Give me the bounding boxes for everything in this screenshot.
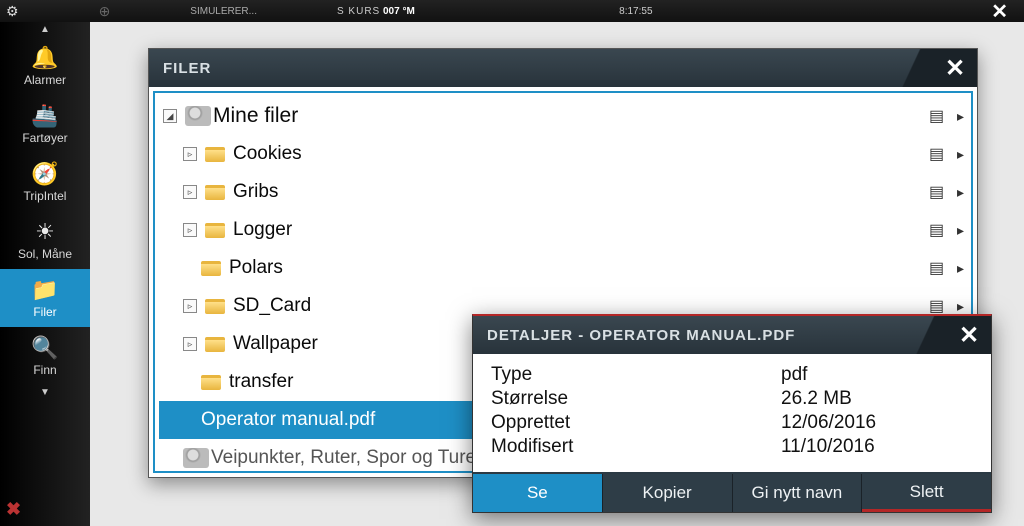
- detail-value: 12/06/2016: [781, 412, 876, 434]
- bell-icon: 🔔: [2, 47, 88, 69]
- detail-label: Størrelse: [491, 388, 781, 410]
- chevron-up-icon[interactable]: ▲: [0, 22, 90, 37]
- expand-icon[interactable]: ▹: [183, 223, 197, 237]
- details-icon[interactable]: ▤: [929, 106, 949, 126]
- expand-icon[interactable]: ▹: [183, 337, 197, 351]
- header-decoration: [901, 316, 951, 354]
- files-window-header: FILER ✕: [149, 49, 977, 87]
- chevron-down-icon[interactable]: ▼: [0, 385, 90, 400]
- globe-icon[interactable]: ⊕: [99, 3, 111, 20]
- sidebar-item-filer[interactable]: 📁 Filer: [0, 269, 90, 327]
- expand-icon[interactable]: ▹: [183, 147, 197, 161]
- simulation-label: SIMULERER...: [190, 6, 257, 17]
- folder-icon: [205, 299, 225, 314]
- details-icon[interactable]: ▤: [929, 182, 949, 202]
- chevron-right-icon[interactable]: ▸: [957, 184, 967, 201]
- drive-icon: [185, 106, 211, 126]
- delete-button[interactable]: Slett: [862, 474, 991, 512]
- folder-icon: 📁: [2, 279, 88, 301]
- details-icon[interactable]: ▤: [929, 258, 949, 278]
- detail-label: Modifisert: [491, 436, 781, 458]
- tools-sidebar: ▲ 🔔 Alarmer 🚢 Fartøyer 🧭 TripIntel ☀ Sol…: [0, 22, 90, 526]
- tree-root-label: Mine filer: [213, 104, 929, 128]
- sun-icon: ☀: [2, 221, 88, 243]
- sidebar-item-alarmer[interactable]: 🔔 Alarmer: [0, 37, 90, 95]
- detail-value: pdf: [781, 364, 807, 386]
- folder-label: Polars: [229, 257, 929, 279]
- expand-icon[interactable]: ▹: [183, 185, 197, 199]
- folder-icon: [201, 375, 221, 390]
- course-label: S KURS: [337, 6, 380, 17]
- cancel-icon[interactable]: ✖: [6, 499, 21, 520]
- folder-icon: [205, 147, 225, 162]
- details-title-filename: OPERATOR MANUAL.PDF: [589, 327, 795, 344]
- top-status-bar: ⚙ ⊕ SIMULERER... S KURS 007 °M 8:17:55 ✕: [0, 0, 1024, 22]
- details-window-header: DETALJER - OPERATOR MANUAL.PDF ✕: [473, 316, 991, 354]
- search-icon: 🔍: [2, 337, 88, 359]
- copy-button[interactable]: Kopier: [603, 474, 733, 512]
- folder-label: Logger: [233, 219, 929, 241]
- expand-icon[interactable]: ▹: [183, 299, 197, 313]
- course-value: 007 °M: [383, 6, 415, 17]
- folder-label: Gribs: [233, 181, 929, 203]
- tree-folder[interactable]: ▹ Gribs ▤ ▸: [159, 173, 967, 211]
- ship-icon: 🚢: [2, 105, 88, 127]
- folder-icon: [205, 223, 225, 238]
- details-window: DETALJER - OPERATOR MANUAL.PDF ✕ Type pd…: [472, 314, 992, 513]
- detail-label: Opprettet: [491, 412, 781, 434]
- rename-button[interactable]: Gi nytt navn: [733, 474, 863, 512]
- compass-icon: 🧭: [2, 163, 88, 185]
- details-icon[interactable]: ▤: [929, 220, 949, 240]
- close-icon[interactable]: ✕: [981, 0, 1018, 24]
- sidebar-item-finn[interactable]: 🔍 Finn: [0, 327, 90, 385]
- details-title: DETALJER - OPERATOR MANUAL.PDF: [473, 327, 795, 344]
- chevron-right-icon[interactable]: ▸: [957, 298, 967, 315]
- sidebar-item-tripintel[interactable]: 🧭 TripIntel: [0, 153, 90, 211]
- view-button[interactable]: Se: [473, 474, 603, 512]
- sidebar-item-label: Sol, Måne: [18, 247, 72, 261]
- detail-row-size: Størrelse 26.2 MB: [491, 388, 973, 410]
- clock-readout: 8:17:55: [619, 6, 652, 17]
- sidebar-item-label: Alarmer: [24, 73, 66, 87]
- window-title: FILER: [149, 60, 211, 77]
- details-body: Type pdf Størrelse 26.2 MB Opprettet 12/…: [473, 354, 991, 472]
- tree-root[interactable]: ◢ Mine filer ▤ ▸: [159, 97, 967, 135]
- details-button-bar: Se Kopier Gi nytt navn Slett: [473, 472, 991, 512]
- collapse-icon[interactable]: ◢: [163, 109, 177, 123]
- folder-icon: [205, 185, 225, 200]
- sidebar-item-label: Finn: [33, 363, 56, 377]
- detail-row-created: Opprettet 12/06/2016: [491, 412, 973, 434]
- chevron-right-icon[interactable]: ▸: [957, 108, 967, 125]
- chevron-right-icon[interactable]: ▸: [957, 260, 967, 277]
- details-icon[interactable]: ▤: [929, 296, 949, 316]
- chevron-right-icon[interactable]: ▸: [957, 222, 967, 239]
- course-readout: S KURS 007 °M: [337, 6, 415, 17]
- gear-icon[interactable]: ⚙: [6, 3, 19, 20]
- details-title-prefix: DETALJER -: [487, 327, 589, 344]
- folder-icon: [205, 337, 225, 352]
- sidebar-item-label: Fartøyer: [22, 131, 67, 145]
- detail-row-modified: Modifisert 11/10/2016: [491, 436, 973, 458]
- sidebar-item-label: TripIntel: [24, 189, 67, 203]
- tree-folder[interactable]: Polars ▤ ▸: [159, 249, 967, 287]
- chevron-right-icon[interactable]: ▸: [957, 146, 967, 163]
- tree-folder[interactable]: ▹ Logger ▤ ▸: [159, 211, 967, 249]
- detail-value: 11/10/2016: [781, 436, 875, 458]
- database-icon: [183, 448, 209, 468]
- header-decoration: [887, 49, 937, 87]
- folder-icon: [201, 261, 221, 276]
- sidebar-item-solmane[interactable]: ☀ Sol, Måne: [0, 211, 90, 269]
- sidebar-item-fartoyer[interactable]: 🚢 Fartøyer: [0, 95, 90, 153]
- close-button[interactable]: ✕: [933, 49, 977, 87]
- folder-label: Cookies: [233, 143, 929, 165]
- sidebar-item-label: Filer: [33, 305, 56, 319]
- detail-value: 26.2 MB: [781, 388, 852, 410]
- details-icon[interactable]: ▤: [929, 144, 949, 164]
- close-button[interactable]: ✕: [947, 316, 991, 354]
- tree-folder[interactable]: ▹ Cookies ▤ ▸: [159, 135, 967, 173]
- detail-label: Type: [491, 364, 781, 386]
- detail-row-type: Type pdf: [491, 364, 973, 386]
